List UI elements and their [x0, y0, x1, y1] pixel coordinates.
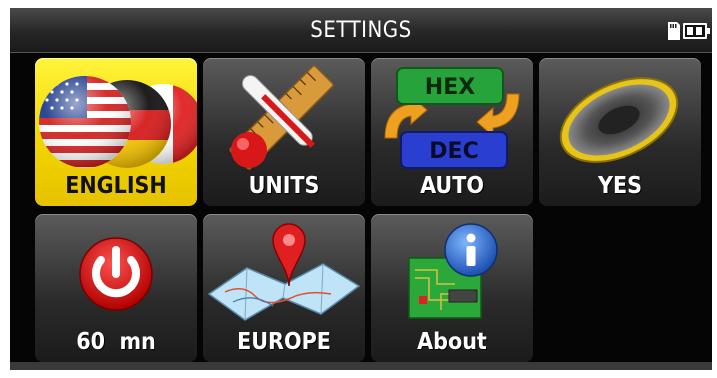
- page-title: SETTINGS: [310, 18, 412, 43]
- battery-icon: [683, 23, 710, 39]
- tile-label: About: [417, 329, 487, 355]
- units-icon: [229, 65, 334, 170]
- tile-display-mode[interactable]: HEX DEC AUTO: [371, 58, 533, 206]
- tile-label: YES: [597, 173, 643, 199]
- info-icon: [408, 223, 498, 319]
- sd-card-icon: [668, 22, 680, 40]
- tile-units[interactable]: UNITS: [203, 58, 365, 206]
- tile-label: AUTO: [420, 173, 484, 199]
- bottom-bar: [10, 362, 712, 370]
- title-bar: SETTINGS: [10, 8, 712, 53]
- tile-label: UNITS: [248, 173, 320, 199]
- status-icons: [668, 22, 710, 40]
- tile-label: ENGLISH: [65, 173, 167, 199]
- speaker-icon: [559, 77, 679, 163]
- map-icon: [207, 223, 361, 321]
- device-screen: SETTINGS ENGLISH UNITS HEX DEC AUTO YES …: [10, 8, 712, 370]
- tile-region[interactable]: EUROPE: [203, 214, 365, 362]
- hex-dec-icon: HEX DEC: [384, 67, 520, 169]
- tile-label: 60 mn: [76, 329, 156, 355]
- hex-text: HEX: [425, 75, 475, 100]
- flags-icon: [39, 76, 197, 168]
- tile-sound[interactable]: YES: [539, 58, 701, 206]
- tile-label: EUROPE: [237, 329, 331, 355]
- dec-text: DEC: [429, 139, 478, 164]
- power-icon: [79, 237, 153, 311]
- tile-about[interactable]: About: [371, 214, 533, 362]
- tile-auto-off[interactable]: 60 mn: [35, 214, 197, 362]
- tile-language[interactable]: ENGLISH: [35, 58, 197, 206]
